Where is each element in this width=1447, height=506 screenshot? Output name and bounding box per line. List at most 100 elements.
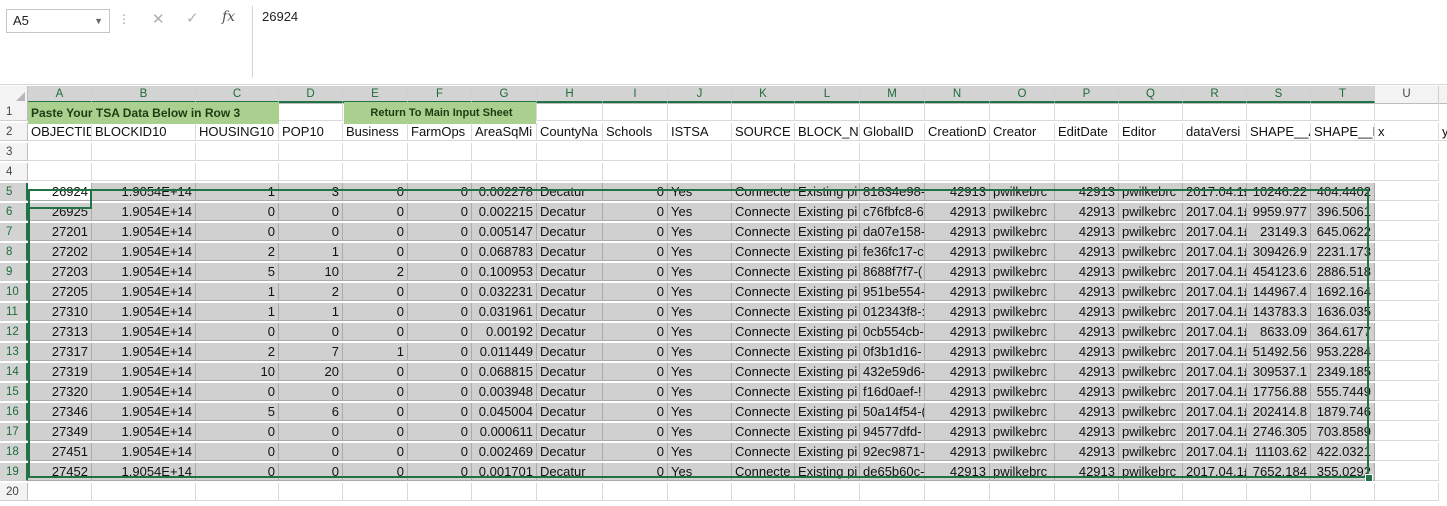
data-cell[interactable]: 0 xyxy=(343,203,408,221)
data-cell[interactable]: pwilkebrc xyxy=(990,343,1055,361)
cell[interactable] xyxy=(537,143,603,161)
row-header[interactable]: 14 xyxy=(0,363,28,381)
data-cell[interactable]: 0 xyxy=(279,323,343,341)
data-cell[interactable]: 8688f7f7-( xyxy=(860,263,925,281)
data-cell[interactable]: de65b60c- xyxy=(860,463,925,481)
data-cell[interactable]: 27319 xyxy=(28,363,92,381)
cell[interactable] xyxy=(1375,243,1439,261)
data-cell[interactable]: 404.4402 xyxy=(1311,183,1375,201)
cell[interactable] xyxy=(92,483,196,501)
data-cell[interactable]: 0 xyxy=(603,243,668,261)
column-header-j[interactable]: J xyxy=(668,86,732,103)
data-cell[interactable]: 0 xyxy=(343,463,408,481)
data-cell[interactable]: f16d0aef-! xyxy=(860,383,925,401)
data-cell[interactable]: 0.045004 xyxy=(472,403,537,421)
cell[interactable] xyxy=(1055,483,1119,501)
data-cell[interactable]: 42913 xyxy=(925,463,990,481)
column-label[interactable]: SHAPE__A xyxy=(1247,123,1311,141)
data-cell[interactable]: Yes xyxy=(668,183,732,201)
data-cell[interactable]: 0 xyxy=(603,463,668,481)
data-cell[interactable]: 143783.3 xyxy=(1247,303,1311,321)
column-label[interactable]: Schools xyxy=(603,123,668,141)
data-cell[interactable]: 42913 xyxy=(925,363,990,381)
data-cell[interactable]: Decatur xyxy=(537,183,603,201)
data-cell[interactable]: 2886.518 xyxy=(1311,263,1375,281)
cell[interactable] xyxy=(1247,143,1311,161)
data-cell[interactable]: pwilkebrc xyxy=(1119,283,1183,301)
column-header-p[interactable]: P xyxy=(1055,86,1119,103)
data-cell[interactable]: pwilkebrc xyxy=(1119,463,1183,481)
data-cell[interactable]: 422.0321 xyxy=(1311,443,1375,461)
data-cell[interactable]: pwilkebrc xyxy=(1119,203,1183,221)
data-cell[interactable]: 1692.164 xyxy=(1311,283,1375,301)
data-cell[interactable]: Decatur xyxy=(537,363,603,381)
cell[interactable] xyxy=(1183,143,1247,161)
cell[interactable] xyxy=(990,483,1055,501)
data-cell[interactable]: pwilkebrc xyxy=(990,383,1055,401)
column-header-u[interactable]: U xyxy=(1375,86,1439,103)
data-cell[interactable]: Existing pi xyxy=(795,223,860,241)
data-cell[interactable]: 0 xyxy=(408,183,472,201)
data-cell[interactable]: 42913 xyxy=(925,403,990,421)
data-cell[interactable]: pwilkebrc xyxy=(990,283,1055,301)
cell[interactable] xyxy=(28,163,92,181)
data-cell[interactable]: fe36fc17-c xyxy=(860,243,925,261)
column-label[interactable]: Editor xyxy=(1119,123,1183,141)
data-cell[interactable]: 0 xyxy=(408,203,472,221)
data-cell[interactable]: pwilkebrc xyxy=(1119,443,1183,461)
data-cell[interactable]: Existing pi xyxy=(795,283,860,301)
data-cell[interactable]: 2 xyxy=(343,263,408,281)
data-cell[interactable]: Decatur xyxy=(537,223,603,241)
cell[interactable] xyxy=(732,163,795,181)
data-cell[interactable]: 42913 xyxy=(925,323,990,341)
column-label[interactable]: SOURCE xyxy=(732,123,795,141)
data-cell[interactable]: 42913 xyxy=(1055,283,1119,301)
data-cell[interactable]: 1636.035 xyxy=(1311,303,1375,321)
cell[interactable] xyxy=(279,103,343,121)
data-cell[interactable]: da07e158- xyxy=(860,223,925,241)
data-cell[interactable]: 0 xyxy=(603,443,668,461)
data-cell[interactable]: Yes xyxy=(668,303,732,321)
data-cell[interactable]: 0 xyxy=(408,343,472,361)
data-cell[interactable]: Existing pi xyxy=(795,343,860,361)
data-cell[interactable]: 0 xyxy=(343,383,408,401)
data-cell[interactable]: 7652.184 xyxy=(1247,463,1311,481)
column-header-b[interactable]: B xyxy=(92,86,196,103)
data-cell[interactable]: 0 xyxy=(603,343,668,361)
data-cell[interactable]: 92ec9871- xyxy=(860,443,925,461)
data-cell[interactable]: Connecte xyxy=(732,263,795,281)
data-cell[interactable]: Decatur xyxy=(537,323,603,341)
column-header-k[interactable]: K xyxy=(732,86,795,103)
cell[interactable] xyxy=(1375,103,1439,121)
cell[interactable] xyxy=(1375,283,1439,301)
data-cell[interactable]: 27313 xyxy=(28,323,92,341)
cell[interactable] xyxy=(668,103,732,121)
cell[interactable] xyxy=(1375,363,1439,381)
data-cell[interactable]: Decatur xyxy=(537,443,603,461)
cell[interactable] xyxy=(795,103,860,121)
data-cell[interactable]: Existing pi xyxy=(795,263,860,281)
column-header-g[interactable]: G xyxy=(472,86,537,103)
data-cell[interactable]: 2017.04.1£ xyxy=(1183,383,1247,401)
data-cell[interactable]: 0 xyxy=(343,443,408,461)
data-cell[interactable]: 26925 xyxy=(28,203,92,221)
data-cell[interactable]: pwilkebrc xyxy=(990,243,1055,261)
cell[interactable] xyxy=(1119,163,1183,181)
cell[interactable] xyxy=(603,143,668,161)
column-header-n[interactable]: N xyxy=(925,86,990,103)
data-cell[interactable]: 5 xyxy=(196,403,279,421)
data-cell[interactable]: Connecte xyxy=(732,403,795,421)
data-cell[interactable]: Existing pi xyxy=(795,323,860,341)
column-header-l[interactable]: L xyxy=(795,86,860,103)
row-header[interactable]: 15 xyxy=(0,383,28,401)
data-cell[interactable]: 1.9054E+14 xyxy=(92,463,196,481)
data-cell[interactable]: Connecte xyxy=(732,323,795,341)
data-cell[interactable]: 309426.9 xyxy=(1247,243,1311,261)
column-label[interactable]: ISTSA xyxy=(668,123,732,141)
row-header[interactable]: 16 xyxy=(0,403,28,421)
data-cell[interactable]: 42913 xyxy=(925,283,990,301)
data-cell[interactable]: 10246.22 xyxy=(1247,183,1311,201)
row-header[interactable]: 13 xyxy=(0,343,28,361)
column-label[interactable]: CreationD xyxy=(925,123,990,141)
cell[interactable] xyxy=(472,163,537,181)
